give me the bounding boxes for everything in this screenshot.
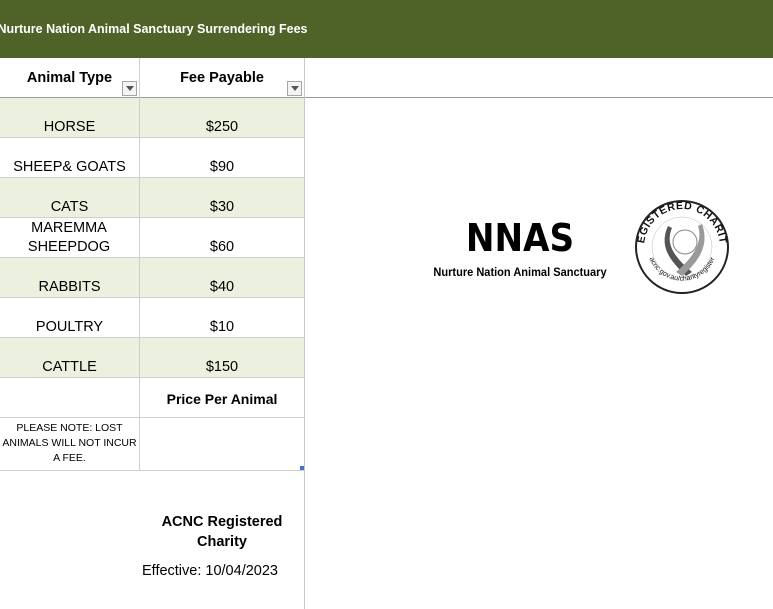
table-row: CATTLE $150 — [0, 338, 304, 378]
lost-animals-note[interactable]: PLEASE NOTE: LOST ANIMALS WILL NOT INCUR… — [0, 421, 139, 466]
registered-charity-seal-icon: REGISTERED CHARITY acnc.gov.au/charityre… — [628, 198, 729, 294]
price-per-animal-label[interactable]: Price Per Animal — [140, 379, 304, 418]
table-row: RABBITS $40 — [0, 258, 304, 298]
table-row: CATS $30 — [0, 178, 304, 218]
table-row: POULTRY $10 — [0, 298, 304, 338]
fee-cell[interactable]: $90 — [140, 138, 304, 177]
chevron-down-icon — [290, 86, 299, 91]
table-row: SHEEP& GOATS $90 — [0, 138, 304, 178]
fee-cell[interactable]: $250 — [140, 98, 304, 137]
animal-cell[interactable]: SHEEP& GOATS — [0, 138, 139, 177]
animal-cell[interactable]: HORSE — [0, 98, 139, 137]
table-row: MAREMMA SHEEPDOG $60 — [0, 218, 304, 258]
fee-cell[interactable]: $40 — [140, 258, 304, 297]
animal-cell[interactable]: POULTRY — [0, 298, 139, 337]
table-row: HORSE $250 — [0, 98, 304, 138]
animal-cell[interactable]: CATS — [0, 178, 139, 217]
acnc-label[interactable]: ACNC Registered Charity — [140, 512, 304, 552]
note-row: PLEASE NOTE: LOST ANIMALS WILL NOT INCUR… — [0, 418, 304, 471]
table-right-border — [304, 58, 305, 609]
animal-cell[interactable]: RABBITS — [0, 258, 139, 297]
header-fee-payable: Fee Payable — [180, 69, 264, 86]
fee-cell[interactable]: $30 — [140, 178, 304, 217]
fee-cell[interactable]: $60 — [140, 218, 304, 257]
sheet-title: Nurture Nation Animal Sanctuary Surrende… — [0, 22, 308, 36]
animal-cell[interactable]: CATTLE — [0, 338, 139, 377]
column-divider — [139, 58, 140, 470]
header-animal-type: Animal Type — [26, 69, 113, 86]
effective-date[interactable]: Effective: 10/04/2023 — [140, 563, 280, 579]
filter-dropdown-fee-payable[interactable] — [287, 81, 302, 96]
logo-title: NNAS — [465, 216, 575, 260]
fee-cell[interactable]: $10 — [140, 298, 304, 337]
fill-handle[interactable] — [300, 466, 304, 470]
animal-cell[interactable]: MAREMMA SHEEPDOG — [4, 218, 134, 257]
fee-cell[interactable]: $150 — [140, 338, 304, 377]
logo-subtitle: Nurture Nation Animal Sanctuary — [433, 265, 607, 279]
chevron-down-icon — [125, 86, 134, 91]
filter-dropdown-animal-type[interactable] — [122, 81, 137, 96]
